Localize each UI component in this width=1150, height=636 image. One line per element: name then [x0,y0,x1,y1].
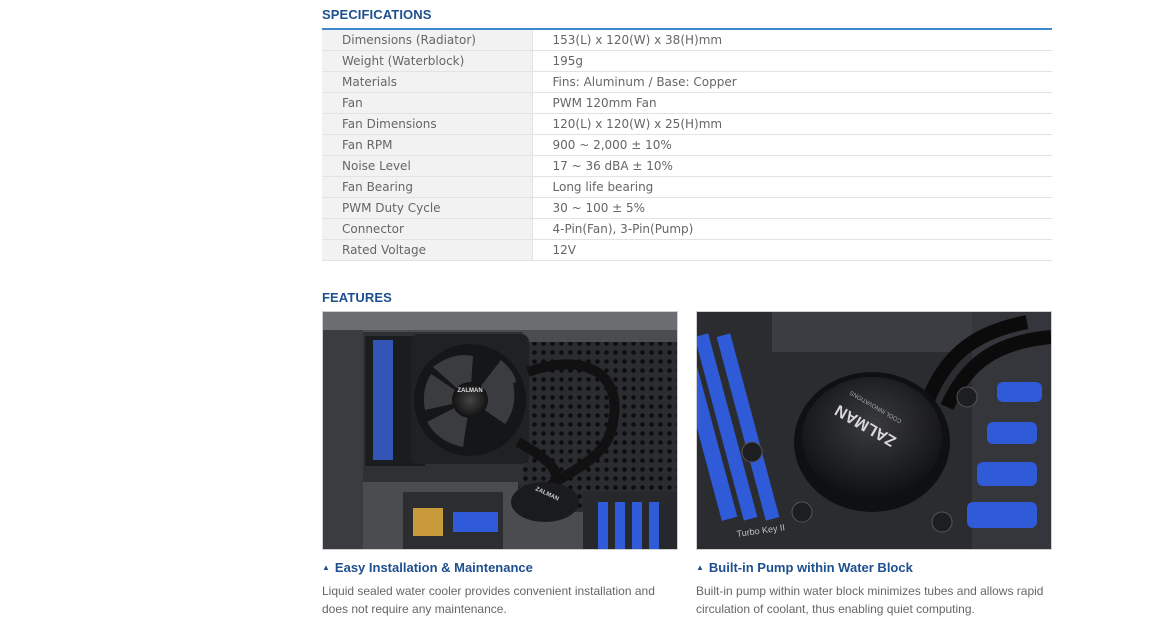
feature-description: Liquid sealed water cooler provides conv… [322,584,655,616]
feature-heading-text: Built-in Pump within Water Block [708,560,913,575]
bullet-icon: ▲ [322,563,330,572]
spec-row: Noise Level 17 ~ 36 dBA ± 10% [322,155,1052,177]
feature-photo-waterblock: ZALMAN COOL INNOVATIONS Turbo Key II [696,311,1052,550]
spec-value: Long life bearing [532,176,1052,198]
spec-value: 17 ~ 36 dBA ± 10% [532,155,1052,177]
spec-value: 900 ~ 2,000 ± 10% [532,134,1052,156]
spec-row: Fan PWM 120mm Fan [322,92,1052,114]
spec-row: Dimensions (Radiator) 153(L) x 120(W) x 3… [322,30,1052,51]
spec-label: Fan [322,92,533,114]
features-title: FEATURES [322,290,392,305]
spec-label: Rated Voltage [322,239,533,261]
feature-heading: ▲ Built-in Pump within Water Block [696,560,1052,575]
spec-label: Fan RPM [322,134,533,156]
spec-label: Materials [322,71,533,93]
feature-photo-radiator: ZALMAN ZALMAN [322,311,678,550]
spec-label: Dimensions (Radiator) [322,30,533,51]
spec-row: Fan Dimensions 120(L) x 120(W) x 25(H)mm [322,113,1052,135]
bullet-icon: ▲ [696,563,704,572]
spec-row: Materials Fins: Aluminum / Base: Copper [322,71,1052,93]
spec-value: 30 ~ 100 ± 5% [532,197,1052,219]
feature-built-in-pump: ZALMAN COOL INNOVATIONS Turbo Key II ▲ B… [696,311,1052,618]
spec-row: PWM Duty Cycle 30 ~ 100 ± 5% [322,197,1052,219]
spec-row: Fan Bearing Long life bearing [322,176,1052,198]
spec-value: 12V [532,239,1052,261]
feature-easy-installation: ZALMAN ZALMAN ▲ Easy Installation & Main… [322,311,678,618]
waterblock-photo-illustration: ZALMAN COOL INNOVATIONS Turbo Key II [697,312,1051,549]
spec-label: PWM Duty Cycle [322,197,533,219]
spec-label: Fan Bearing [322,176,533,198]
spec-row: Weight (Waterblock) 195g [322,50,1052,72]
spec-label: Noise Level [322,155,533,177]
radiator-photo-illustration: ZALMAN ZALMAN [323,312,677,549]
feature-description: Built-in pump within water block minimiz… [696,584,1044,616]
spec-row: Connector 4-Pin(Fan), 3-Pin(Pump) [322,218,1052,240]
specifications-table: Dimensions (Radiator) 153(L) x 120(W) x 3… [322,30,1052,261]
spec-label: Connector [322,218,533,240]
spec-row: Fan RPM 900 ~ 2,000 ± 10% [322,134,1052,156]
spec-value: 120(L) x 120(W) x 25(H)mm [532,113,1052,135]
spec-label: Fan Dimensions [322,113,533,135]
spec-value: 4-Pin(Fan), 3-Pin(Pump) [532,218,1052,240]
spec-value: PWM 120mm Fan [532,92,1052,114]
specifications-title: SPECIFICATIONS [322,7,432,22]
spec-value: 195g [532,50,1052,72]
spec-value: Fins: Aluminum / Base: Copper [532,71,1052,93]
feature-heading: ▲ Easy Installation & Maintenance [322,560,678,575]
spec-value: 153(L) x 120(W) x 38(H)mm [532,30,1052,51]
fan-brand-logo: ZALMAN [457,388,482,394]
feature-heading-text: Easy Installation & Maintenance [334,560,533,575]
spec-label: Weight (Waterblock) [322,50,533,72]
spec-row: Rated Voltage 12V [322,239,1052,261]
